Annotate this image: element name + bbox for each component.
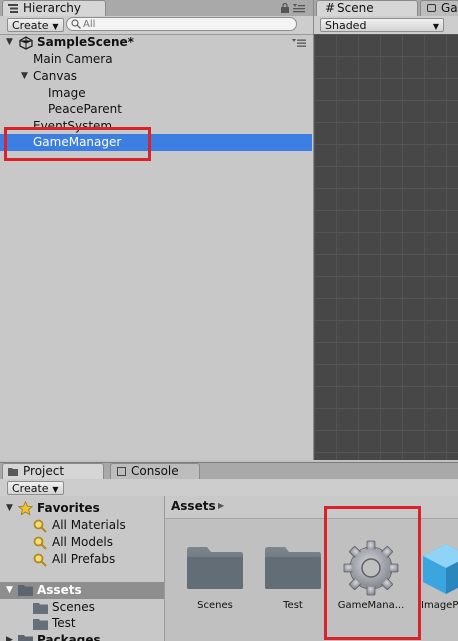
tab-hierarchy[interactable]: Hierarchy (2, 0, 106, 16)
folder-item-scenes[interactable]: Scenes (0, 599, 164, 616)
favorites-label: Favorites (37, 501, 100, 515)
hierarchy-search[interactable] (66, 17, 297, 31)
tab-hierarchy-label: Hierarchy (23, 1, 82, 15)
hierarchy-item-peaceparent[interactable]: PeaceParent (0, 101, 312, 118)
unity-scene-icon (19, 36, 33, 50)
hash-icon: # (325, 1, 336, 15)
list-icon (8, 4, 18, 13)
tab-scene[interactable]: # Scene (316, 0, 418, 16)
tab-scene-label: Scene (337, 1, 374, 15)
favorite-item-all-models[interactable]: All Models (0, 534, 164, 551)
folder-item-test[interactable]: Test (0, 615, 164, 632)
caret-down-icon: ▼ (52, 22, 59, 31)
hierarchy-item-label: Image (48, 86, 86, 100)
breadcrumb-arrow-icon: ▶ (218, 501, 225, 510)
caret-down-icon: ▼ (52, 485, 59, 494)
folder-icon (265, 547, 321, 589)
favorite-item-label: All Materials (52, 518, 126, 532)
hierarchy-item-image[interactable]: Image (0, 85, 312, 102)
scene-menu-icon[interactable] (292, 38, 306, 47)
hierarchy-item-main-camera[interactable]: Main Camera (0, 51, 312, 68)
hierarchy-item-label: Canvas (33, 69, 78, 83)
scene-tab-bar: # Scene Ga (314, 0, 458, 17)
favorites-row[interactable]: ▼ Favorites (0, 500, 164, 517)
hierarchy-item-label: PeaceParent (48, 102, 122, 116)
folder-item-label: Scenes (52, 600, 95, 614)
highlight-box (4, 127, 151, 161)
scene-toolbar: Shaded ▼ (314, 16, 458, 35)
folder-icon (18, 585, 33, 596)
hierarchy-tab-bar: Hierarchy (0, 0, 313, 17)
favorite-item-all-materials[interactable]: All Materials (0, 517, 164, 534)
hierarchy-item-canvas[interactable]: ▼ Canvas (0, 68, 312, 85)
project-tab-bar: Project Console (0, 463, 458, 480)
star-icon (18, 501, 33, 516)
hierarchy-create-label: Create (12, 19, 49, 32)
asset-item-label: Test (283, 600, 303, 611)
hierarchy-item-label: Main Camera (33, 52, 113, 66)
folder-icon (33, 619, 48, 630)
tab-project-label: Project (23, 464, 65, 478)
tab-game-label: Ga (441, 1, 458, 15)
folder-icon (187, 547, 243, 589)
project-assets-view: Assets ▶ Scenes Test GameMana... ImageP (165, 496, 458, 641)
prefab-cube-icon (423, 544, 458, 594)
expand-arrow-icon[interactable]: ▼ (6, 582, 13, 599)
assets-folder-row[interactable]: ▼ Assets (0, 582, 164, 599)
project-folder-tree: ▼ Favorites All Materials All Models All… (0, 496, 165, 641)
search-icon (33, 536, 47, 550)
project-panel: Project Console Create ▼ ▼ Favorites All… (0, 462, 458, 641)
scene-name: SampleScene* (37, 35, 134, 49)
breadcrumb-assets[interactable]: Assets (171, 499, 216, 513)
tab-console[interactable]: Console (110, 463, 200, 479)
shading-mode-label: Shaded (325, 19, 367, 32)
scene-root-row[interactable]: ▼ SampleScene* (0, 34, 312, 51)
hierarchy-create-button[interactable]: Create ▼ (7, 18, 64, 32)
project-create-label: Create (12, 482, 49, 495)
folder-icon (8, 468, 18, 476)
expand-arrow-icon[interactable]: ▼ (6, 34, 13, 51)
menu-icon[interactable] (293, 4, 305, 13)
scene-viewport[interactable] (314, 34, 458, 460)
search-icon (71, 19, 81, 29)
favorite-item-label: All Models (52, 535, 113, 549)
project-create-button[interactable]: Create ▼ (7, 481, 64, 495)
expand-arrow-icon[interactable]: ▼ (21, 68, 28, 85)
favorite-item-all-prefabs[interactable]: All Prefabs (0, 551, 164, 568)
tab-project[interactable]: Project (2, 463, 104, 479)
folder-item-label: Test (52, 616, 76, 630)
highlight-box (324, 506, 421, 640)
lock-icon[interactable] (281, 3, 289, 13)
hierarchy-search-input[interactable] (83, 18, 283, 30)
expand-arrow-icon[interactable]: ▼ (6, 500, 13, 517)
tab-console-label: Console (131, 464, 179, 478)
asset-item-label: ImageP (421, 600, 458, 611)
assets-label: Assets (37, 583, 82, 597)
scene-panel: # Scene Ga Shaded ▼ (314, 0, 458, 460)
project-toolbar: Create ▼ (0, 479, 458, 497)
folder-icon (33, 603, 48, 614)
hierarchy-panel: Hierarchy Create ▼ ▼ SampleScene* (0, 0, 314, 460)
favorite-item-label: All Prefabs (52, 552, 116, 566)
search-icon (33, 519, 47, 533)
console-icon (117, 467, 126, 476)
shading-mode-dropdown[interactable]: Shaded ▼ (320, 18, 444, 32)
caret-down-icon: ▼ (432, 22, 439, 31)
tab-game[interactable]: Ga (420, 0, 458, 16)
game-controller-icon (427, 4, 436, 12)
asset-item-label: Scenes (197, 600, 233, 611)
search-icon (33, 553, 47, 567)
